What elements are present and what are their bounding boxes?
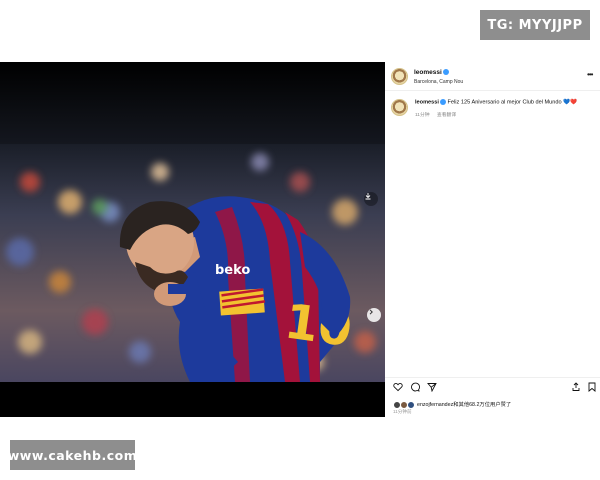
bookmark-icon[interactable]	[587, 382, 597, 392]
post-caption: leomessi Feliz 125 Aniversario al mejor …	[415, 99, 577, 105]
comment-icon[interactable]	[410, 382, 420, 392]
caption-username[interactable]: leomessi	[415, 99, 439, 105]
download-icon[interactable]	[364, 192, 378, 206]
more-options-icon[interactable]: •••	[587, 70, 593, 79]
caption-avatar[interactable]	[391, 99, 408, 116]
player-photo-illustration: 10 beko	[0, 62, 385, 417]
post-actions	[385, 377, 600, 394]
likes-text: enzojfernandez和其他68.2万位用户赞了	[417, 402, 512, 408]
liker-avatar	[407, 400, 415, 409]
post-username[interactable]: leomessi	[414, 69, 449, 76]
post-location[interactable]: Barcelona, Camp Nou	[414, 79, 463, 85]
chevron-right-icon	[369, 309, 373, 315]
post-header: leomessi Barcelona, Camp Nou •••	[385, 62, 600, 91]
caption-emoji: 💙❤️	[563, 99, 578, 106]
share-icon[interactable]	[427, 382, 437, 392]
caption-meta: 11分钟 查看翻译	[415, 111, 462, 118]
verified-badge-icon	[442, 69, 449, 76]
post-time: 11分钟	[415, 113, 430, 118]
jersey-sponsor: beko	[215, 263, 250, 278]
watermark-top: TG: MYYJJPP	[480, 10, 590, 40]
caption-text: Feliz 125 Aniversario al mejor Club del …	[447, 99, 562, 106]
repost-icon[interactable]	[571, 382, 581, 392]
post-photo[interactable]: 10 beko	[0, 62, 385, 417]
avatar[interactable]	[391, 68, 408, 85]
carousel-next-button[interactable]	[367, 308, 381, 322]
verified-badge-icon	[439, 99, 446, 105]
post-timestamp: 11分钟前	[393, 409, 412, 414]
post-side-panel: leomessi Barcelona, Camp Nou ••• leomess…	[385, 62, 600, 417]
likes-summary[interactable]: enzojfernandez和其他68.2万位用户赞了	[393, 400, 511, 409]
watermark-bottom: www.cakehb.com	[8, 440, 137, 470]
translate-link[interactable]: 查看翻译	[437, 113, 456, 118]
heart-icon[interactable]	[393, 382, 403, 392]
